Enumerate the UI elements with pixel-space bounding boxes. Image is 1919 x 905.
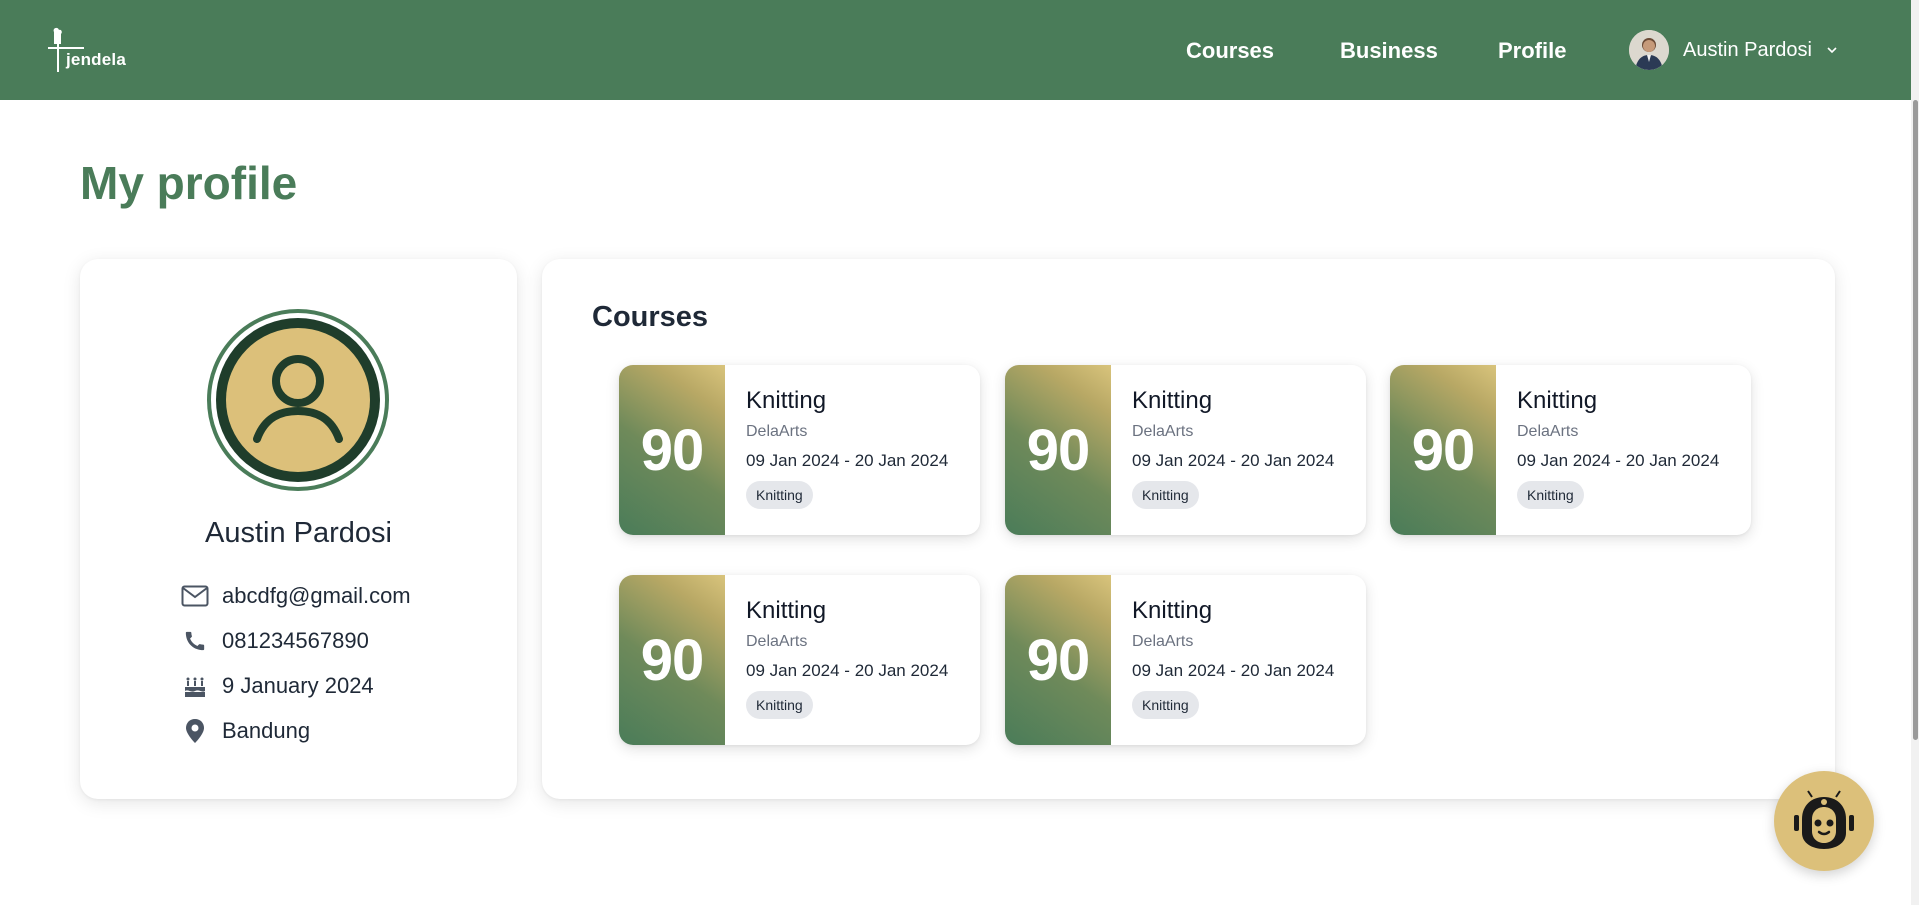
course-thumbnail: 90 xyxy=(1005,365,1111,535)
phone-icon xyxy=(180,626,210,656)
chevron-down-icon xyxy=(1826,44,1838,56)
top-navbar: jendela Courses Business Profile Austin … xyxy=(0,0,1919,100)
user-name: Austin Pardosi xyxy=(1683,38,1812,61)
course-card[interactable]: 90 Knitting DelaArts 09 Jan 2024 - 20 Ja… xyxy=(1390,365,1751,535)
courses-section-title: Courses xyxy=(592,301,709,333)
mail-icon xyxy=(180,581,210,611)
course-provider: DelaArts xyxy=(746,633,808,650)
course-dates: 09 Jan 2024 - 20 Jan 2024 xyxy=(746,661,949,680)
course-score: 90 xyxy=(640,417,705,483)
courses-panel: Courses 90 Knitting DelaArts 09 Jan 2024… xyxy=(542,259,1835,799)
nav-link-courses[interactable]: Courses xyxy=(1186,38,1274,64)
profile-avatar-icon xyxy=(207,309,389,491)
profile-birthday-row: 9 January 2024 xyxy=(180,671,374,701)
profile-location-row: Bandung xyxy=(180,716,310,746)
profile-email-row: abcdfg@gmail.com xyxy=(180,581,411,611)
course-score: 90 xyxy=(1026,417,1091,483)
page-scrollbar-thumb[interactable] xyxy=(1913,100,1918,740)
course-card[interactable]: 90 Knitting DelaArts 09 Jan 2024 - 20 Ja… xyxy=(1005,575,1366,745)
course-tag: Knitting xyxy=(746,691,813,719)
course-tag: Knitting xyxy=(1132,691,1199,719)
course-provider: DelaArts xyxy=(1517,423,1579,440)
profile-location: Bandung xyxy=(222,718,311,743)
logo-text: jendela xyxy=(66,50,126,69)
user-avatar xyxy=(1629,30,1669,70)
profile-name: Austin Pardosi xyxy=(205,517,392,549)
course-dates: 09 Jan 2024 - 20 Jan 2024 xyxy=(1517,451,1720,470)
cake-icon xyxy=(180,671,210,701)
profile-birthday: 9 January 2024 xyxy=(222,673,374,698)
course-thumbnail: 90 xyxy=(1005,575,1111,745)
course-dates: 09 Jan 2024 - 20 Jan 2024 xyxy=(1132,451,1335,470)
course-dates: 09 Jan 2024 - 20 Jan 2024 xyxy=(746,451,949,470)
course-tag: Knitting xyxy=(746,481,813,509)
course-score: 90 xyxy=(640,627,705,693)
jendela-logo[interactable]: jendela xyxy=(48,26,138,74)
course-card[interactable]: 90 Knitting DelaArts 09 Jan 2024 - 20 Ja… xyxy=(619,575,980,745)
course-card[interactable]: 90 Knitting DelaArts 09 Jan 2024 - 20 Ja… xyxy=(619,365,980,535)
profile-card: Austin Pardosi abcdfg@gmail.com 08123456… xyxy=(80,259,517,799)
course-name: Knitting xyxy=(1132,597,1213,624)
course-score: 90 xyxy=(1026,627,1091,693)
course-card[interactable]: 90 Knitting DelaArts 09 Jan 2024 - 20 Ja… xyxy=(1005,365,1366,535)
course-score: 90 xyxy=(1411,417,1476,483)
profile-phone-row: 081234567890 xyxy=(180,626,369,656)
course-name: Knitting xyxy=(746,387,827,414)
page-title: My profile xyxy=(80,157,298,209)
course-tag: Knitting xyxy=(1517,481,1584,509)
nav-link-profile[interactable]: Profile xyxy=(1498,38,1566,64)
course-name: Knitting xyxy=(746,597,827,624)
course-provider: DelaArts xyxy=(746,423,808,440)
course-thumbnail: 90 xyxy=(619,365,725,535)
profile-email: abcdfg@gmail.com xyxy=(222,583,411,608)
nav-link-business[interactable]: Business xyxy=(1340,38,1438,64)
course-thumbnail: 90 xyxy=(1390,365,1496,535)
course-name: Knitting xyxy=(1132,387,1213,414)
course-dates: 09 Jan 2024 - 20 Jan 2024 xyxy=(1132,661,1335,680)
course-thumbnail: 90 xyxy=(619,575,725,745)
chatbot-button[interactable] xyxy=(1774,771,1874,871)
user-menu-dropdown[interactable]: Austin Pardosi xyxy=(1629,29,1838,71)
profile-phone: 081234567890 xyxy=(222,628,369,653)
robot-icon xyxy=(1794,790,1854,849)
course-tag: Knitting xyxy=(1132,481,1199,509)
course-provider: DelaArts xyxy=(1132,633,1194,650)
map-pin-icon xyxy=(180,716,210,746)
course-provider: DelaArts xyxy=(1132,423,1194,440)
course-name: Knitting xyxy=(1517,387,1598,414)
